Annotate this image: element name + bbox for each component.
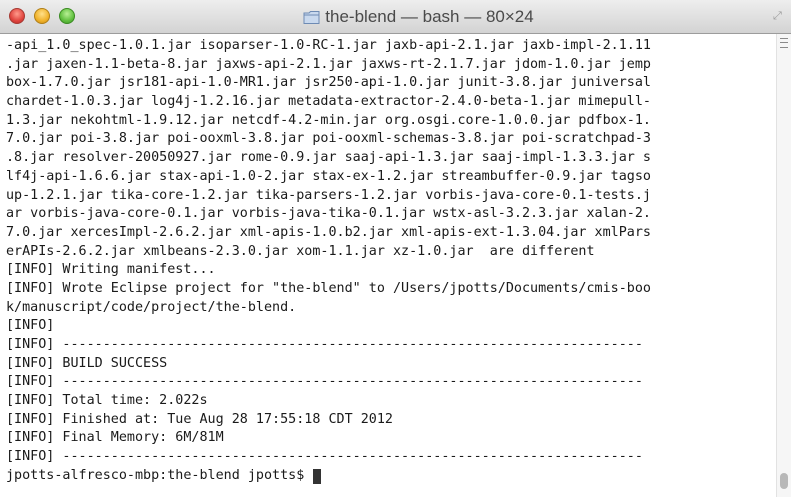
terminal-line: [INFO] BUILD SUCCESS: [6, 355, 168, 371]
terminal-line: 1.3.jar nekohtml-1.9.12.jar netcdf-4.2-m…: [6, 112, 651, 128]
terminal-line: erAPIs-2.6.2.jar xmlbeans-2.3.0.jar xom-…: [6, 243, 595, 259]
terminal-line: k/manuscript/code/project/the-blend.: [6, 299, 297, 315]
terminal-line: lf4j-api-1.6.6.jar stax-api-1.0-2.jar st…: [6, 168, 651, 184]
window-title-group: the-blend — bash — 80×24: [0, 0, 791, 34]
terminal-line: [INFO] Finished at: Tue Aug 28 17:55:18 …: [6, 411, 393, 427]
terminal-line: [INFO] Total time: 2.022s: [6, 393, 208, 409]
split-pane-grip-icon[interactable]: [780, 38, 788, 48]
terminal-line: .jar jaxen-1.1-beta-8.jar jaxws-api-2.1.…: [6, 56, 651, 72]
terminal-line: [INFO] Final Memory: 6M/81M: [6, 430, 224, 446]
terminal-line: ar vorbis-java-core-0.1.jar vorbis-java-…: [6, 206, 651, 222]
terminal-line: .8.jar resolver-20050927.jar rome-0.9.ja…: [6, 150, 651, 166]
shell-prompt: jpotts-alfresco-mbp:the-blend jpotts$: [6, 467, 313, 483]
terminal-line: chardet-1.0.3.jar log4j-1.2.16.jar metad…: [6, 94, 651, 110]
terminal-line: -api_1.0_spec-1.0.1.jar isoparser-1.0-RC…: [6, 38, 651, 53]
terminal-line: 7.0.jar poi-3.8.jar poi-ooxml-3.8.jar po…: [6, 131, 651, 147]
terminal-line: up-1.2.1.jar tika-core-1.2.jar tika-pars…: [6, 187, 651, 203]
window-title: the-blend — bash — 80×24: [325, 7, 534, 26]
terminal-line: [INFO] Writing manifest...: [6, 262, 216, 278]
folder-icon: [303, 10, 320, 25]
terminal-line: [INFO] ---------------------------------…: [6, 337, 643, 352]
shell-prompt-line[interactable]: jpotts-alfresco-mbp:the-blend jpotts$: [6, 467, 776, 486]
vertical-scrollbar[interactable]: [776, 34, 791, 497]
terminal-window: the-blend — bash — 80×24 ⤢ -api_1.0_spec…: [0, 0, 791, 497]
terminal-line: box-1.7.0.jar jsr181-api-1.0-MR1.jar jsr…: [6, 75, 651, 91]
scrollbar-thumb[interactable]: [780, 473, 788, 489]
terminal-line: 7.0.jar xercesImpl-2.6.2.jar xml-apis-1.…: [6, 224, 651, 240]
terminal-line: [INFO] ---------------------------------…: [6, 449, 643, 465]
terminal-line: [INFO] Wrote Eclipse project for "the-bl…: [6, 280, 651, 296]
block-cursor: [313, 468, 322, 484]
terminal-line: [INFO]: [6, 318, 55, 334]
terminal-line: [INFO] ---------------------------------…: [6, 374, 643, 390]
fullscreen-icon[interactable]: ⤢: [773, 10, 785, 22]
terminal-output[interactable]: -api_1.0_spec-1.0.1.jar isoparser-1.0-RC…: [0, 34, 776, 497]
title-bar[interactable]: the-blend — bash — 80×24 ⤢: [0, 0, 791, 34]
